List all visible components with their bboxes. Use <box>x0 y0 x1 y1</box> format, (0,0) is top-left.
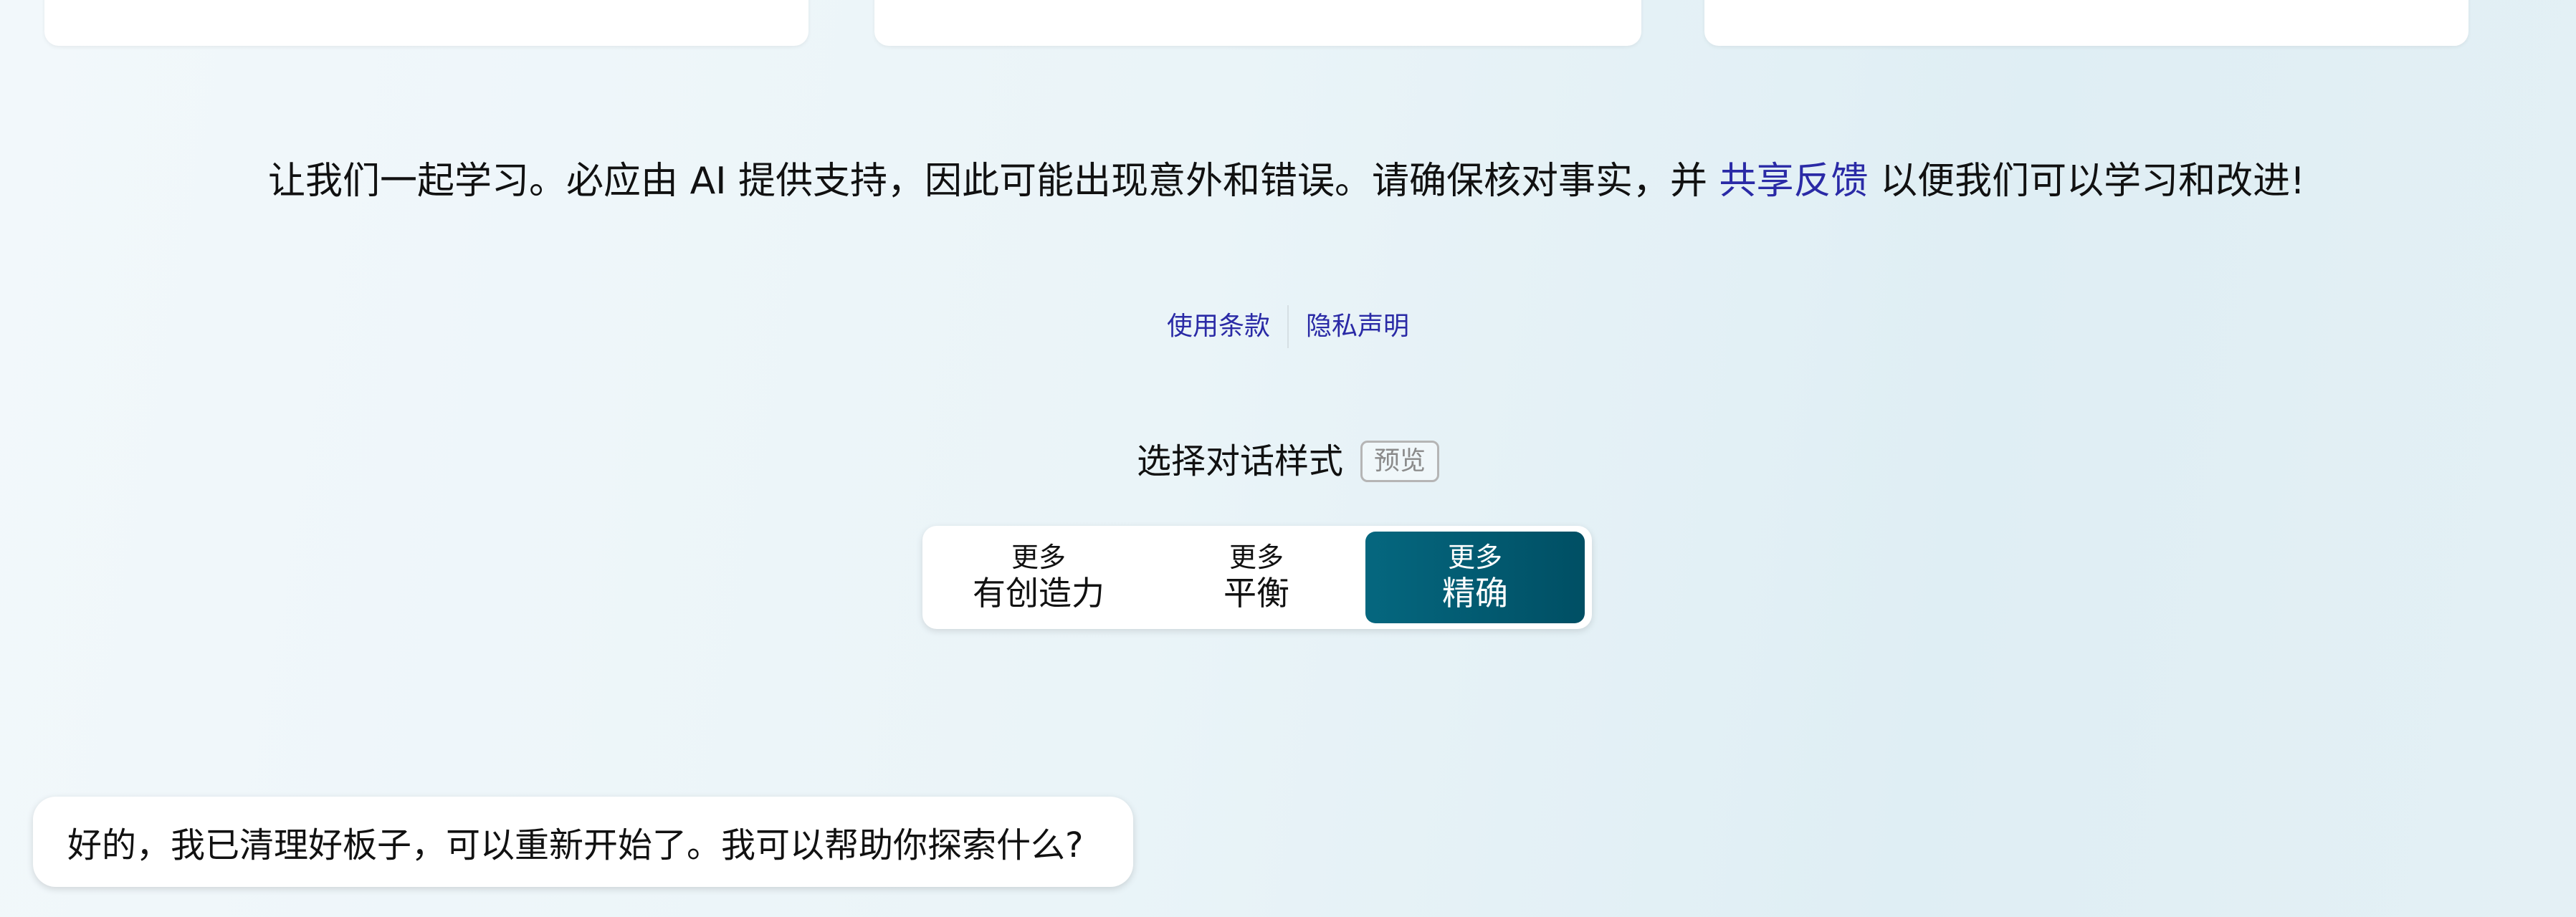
legal-links: 使用条款 隐私声明 <box>0 305 2576 348</box>
style-option-precise-label: 精确 <box>1442 574 1508 613</box>
disclaimer-text: 让我们一起学习。必应由 AI 提供支持，因此可能出现意外和错误。请确保核对事实，… <box>258 155 2315 208</box>
share-feedback-link[interactable]: 共享反馈 <box>1719 160 1869 203</box>
conversation-style-selector: 更多 有创造力 更多 平衡 更多 精确 <box>922 526 1592 629</box>
style-option-balanced-prefix: 更多 <box>1229 542 1284 573</box>
style-option-creative[interactable]: 更多 有创造力 <box>930 532 1148 623</box>
suggestion-card-2[interactable] <box>874 0 1641 46</box>
preview-badge: 预览 <box>1360 441 1440 482</box>
disclaimer-text-after: 以便我们可以学习和改进! <box>1868 160 2305 203</box>
bot-message-text: 好的，我已清理好板子，可以重新开始了。我可以帮助你探索什么? <box>67 825 1084 865</box>
style-option-precise[interactable]: 更多 精确 <box>1365 532 1585 623</box>
style-option-creative-label: 有创造力 <box>973 574 1105 613</box>
privacy-statement-link[interactable]: 隐私声明 <box>1289 305 1426 348</box>
style-option-balanced-label: 平衡 <box>1223 574 1289 613</box>
style-option-precise-prefix: 更多 <box>1447 542 1502 573</box>
terms-of-use-link[interactable]: 使用条款 <box>1150 305 1287 348</box>
bot-message-bubble: 好的，我已清理好板子，可以重新开始了。我可以帮助你探索什么? <box>33 797 1133 887</box>
style-option-creative-prefix: 更多 <box>1011 542 1066 573</box>
suggestion-card-1[interactable] <box>44 0 808 46</box>
conversation-style-title: 选择对话样式 <box>1136 441 1343 481</box>
conversation-style-header: 选择对话样式 预览 <box>0 436 2576 487</box>
suggestion-card-3[interactable] <box>1704 0 2468 46</box>
disclaimer-text-before: 让我们一起学习。必应由 AI 提供支持，因此可能出现意外和错误。请确保核对事实，… <box>268 160 1719 203</box>
style-option-balanced[interactable]: 更多 平衡 <box>1148 532 1365 623</box>
